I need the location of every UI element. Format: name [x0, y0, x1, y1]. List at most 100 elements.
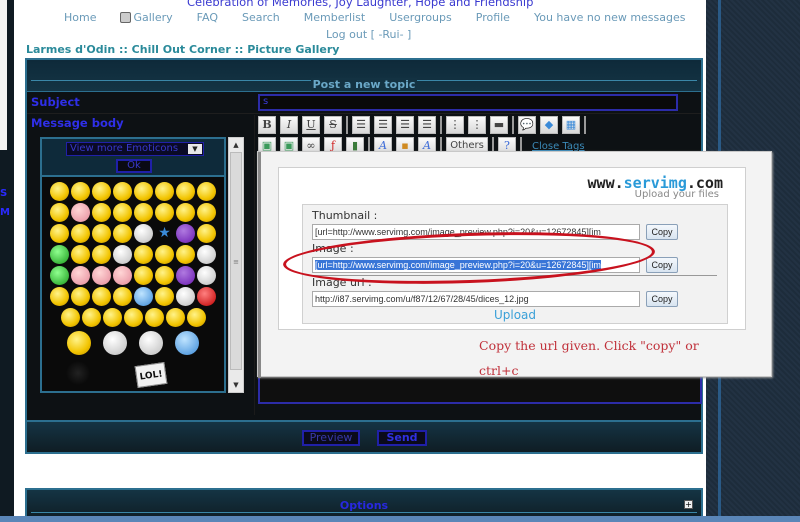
emoticon[interactable] [113, 224, 132, 243]
align-justify-icon[interactable]: ☰ [418, 116, 436, 134]
emoticon[interactable] [176, 224, 195, 243]
emoticon[interactable] [197, 245, 216, 264]
options-title[interactable]: Options [27, 499, 701, 512]
emoticon[interactable] [113, 203, 132, 222]
nav-search[interactable]: Search [242, 11, 280, 24]
expand-icon[interactable]: + [684, 500, 693, 509]
emoticon[interactable] [71, 203, 90, 222]
close-tags-link[interactable]: Close Tags [532, 141, 585, 152]
emoticon[interactable] [155, 182, 174, 201]
emoticon[interactable] [134, 224, 153, 243]
code-icon[interactable]: ◆ [540, 116, 558, 134]
emoticon[interactable] [50, 182, 69, 201]
image-input[interactable]: [url=http://www.servimg.com/image_previe… [312, 257, 640, 273]
emoticon[interactable] [92, 245, 111, 264]
bullet-list-icon[interactable]: ⋮ [446, 116, 464, 134]
emoticon[interactable] [113, 245, 132, 264]
scroll-down-icon[interactable]: ▼ [229, 378, 243, 392]
emoticon[interactable] [81, 308, 101, 327]
emoticon-lol[interactable]: LOL! [134, 362, 168, 388]
scroll-up-icon[interactable]: ▲ [229, 138, 243, 152]
align-left-icon[interactable]: ☰ [352, 116, 370, 134]
nav-profile[interactable]: Profile [476, 11, 510, 24]
emoticon[interactable] [197, 203, 216, 222]
emoticon[interactable] [113, 266, 132, 285]
emoticon[interactable] [50, 287, 69, 306]
emoticon[interactable] [71, 245, 90, 264]
emoticon[interactable] [71, 224, 90, 243]
emoticon[interactable] [134, 266, 153, 285]
emoticon[interactable] [176, 203, 195, 222]
emoticon[interactable] [186, 308, 206, 327]
emoticon[interactable] [92, 287, 111, 306]
upload-link[interactable]: Upload [303, 308, 727, 322]
emoticon[interactable] [60, 308, 80, 327]
emoticon[interactable] [197, 266, 216, 285]
emoticon[interactable] [155, 266, 174, 285]
emoticon[interactable] [165, 308, 185, 327]
underline-button[interactable]: U [302, 116, 320, 134]
emoticon[interactable] [113, 182, 132, 201]
emoticon-scrollbar[interactable]: ▲ ≡ ▼ [228, 137, 244, 393]
quote-icon[interactable]: 💬 [518, 116, 536, 134]
emoticon-select[interactable]: View more Emoticons ▼ [66, 142, 204, 156]
emoticon[interactable] [71, 182, 90, 201]
copy-image-button[interactable]: Copy [646, 257, 678, 273]
thumbnail-input[interactable]: [url=http://www.servimg.com/image_previe… [312, 224, 640, 240]
emoticon[interactable] [134, 182, 153, 201]
emoticon[interactable] [113, 287, 132, 306]
copy-image-url-button[interactable]: Copy [646, 291, 678, 307]
emoticon[interactable] [92, 224, 111, 243]
subject-input[interactable]: s [258, 94, 678, 111]
nav-memberlist[interactable]: Memberlist [304, 11, 365, 24]
emoticon[interactable] [50, 245, 69, 264]
emoticon[interactable] [134, 245, 153, 264]
star-icon[interactable]: ★ [155, 224, 174, 243]
nav-faq[interactable]: FAQ [197, 11, 218, 24]
bold-button[interactable]: B [258, 116, 276, 134]
emoticon[interactable] [103, 331, 127, 355]
emoticon[interactable] [197, 287, 216, 306]
emoticon[interactable] [71, 266, 90, 285]
emoticon[interactable] [155, 245, 174, 264]
emoticon[interactable] [197, 224, 216, 243]
emoticon[interactable] [176, 182, 195, 201]
emoticon[interactable] [102, 308, 122, 327]
emoticon[interactable] [155, 203, 174, 222]
emoticon[interactable] [155, 287, 174, 306]
emoticon[interactable] [92, 203, 111, 222]
nav-messages[interactable]: You have no new messages [534, 11, 686, 24]
scrollbar-thumb[interactable]: ≡ [230, 152, 242, 370]
emoticon[interactable] [134, 287, 153, 306]
emoticon[interactable] [50, 203, 69, 222]
emoticon[interactable] [176, 287, 195, 306]
emoticon[interactable] [123, 308, 143, 327]
nav-usergroups[interactable]: Usergroups [389, 11, 452, 24]
nav-gallery[interactable]: Gallery [120, 11, 173, 24]
strike-button[interactable]: S [324, 116, 342, 134]
preview-button[interactable]: Preview [302, 430, 360, 446]
breadcrumb[interactable]: Larmes d'Odin :: Chill Out Corner :: Pic… [26, 43, 339, 56]
send-button[interactable]: Send [377, 430, 427, 446]
align-center-icon[interactable]: ☰ [374, 116, 392, 134]
emoticon[interactable] [176, 266, 195, 285]
emoticon[interactable] [71, 287, 90, 306]
image-url-input[interactable]: http://i87.servimg.com/u/f87/12/67/28/45… [312, 291, 640, 307]
italic-button[interactable]: I [280, 116, 298, 134]
numbered-list-icon[interactable]: ⋮ [468, 116, 486, 134]
emoticon[interactable] [139, 331, 163, 355]
logout-link[interactable]: Log out [ -Rui- ] [326, 28, 411, 41]
emoticon-ok-button[interactable]: Ok [116, 159, 152, 173]
copy-thumbnail-button[interactable]: Copy [646, 224, 678, 240]
emoticon[interactable] [92, 266, 111, 285]
table-icon[interactable]: ▦ [562, 116, 580, 134]
emoticon[interactable] [67, 331, 91, 355]
emoticon[interactable] [176, 245, 195, 264]
emoticon[interactable] [197, 182, 216, 201]
emoticon[interactable] [50, 266, 69, 285]
emoticon[interactable] [66, 361, 90, 385]
emoticon[interactable] [50, 224, 69, 243]
horizontal-rule-icon[interactable]: ▬ [490, 116, 508, 134]
align-right-icon[interactable]: ☰ [396, 116, 414, 134]
nav-home[interactable]: Home [64, 11, 96, 24]
